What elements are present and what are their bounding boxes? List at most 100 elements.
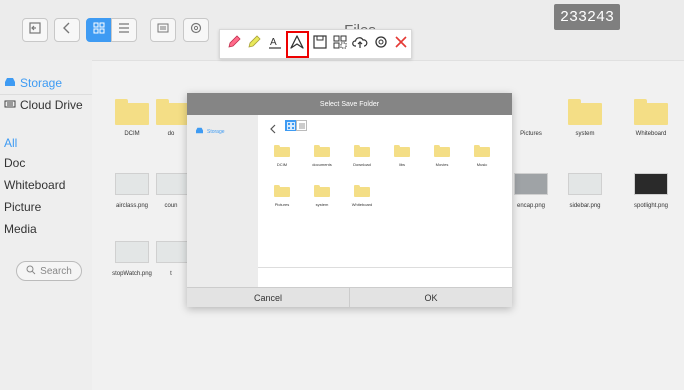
list-view-button[interactable] [111,18,137,42]
gear-icon [189,21,203,40]
dialog-folder-item[interactable]: system [304,185,340,207]
dialog-list-view-button[interactable] [296,120,307,131]
search-icon [26,265,36,278]
folder-icon [354,185,370,197]
dialog-footer: Cancel OK [187,287,512,307]
dialog-folder-item[interactable]: Music [464,145,500,167]
highlighter-tool[interactable] [244,32,264,56]
image-thumbnail [156,241,190,263]
file-label: airclass.png [115,203,148,209]
file-item[interactable]: airclass.png [100,173,164,209]
file-label: coun [164,203,178,209]
text-tool[interactable]: A [264,32,284,56]
divider [0,94,92,95]
grid-icon [286,117,295,135]
dialog-storage-item[interactable]: Storage [195,127,225,136]
gear-icon [373,34,389,55]
dialog-folder-label: Music [476,162,488,167]
select-tool[interactable] [285,30,309,58]
file-label: stopWatch.png [112,271,152,277]
folder-icon [394,145,410,157]
storage-icon [195,127,204,136]
cloud-upload-icon [352,34,368,55]
file-item[interactable]: do [156,99,190,137]
grid-view-button[interactable] [86,18,112,42]
folder-icon [156,99,190,125]
dialog-folder-item[interactable]: Pictures [264,185,300,207]
folder-icon [115,99,149,125]
image-thumbnail [115,173,149,195]
folder-icon [314,185,330,197]
list-icon [298,117,306,135]
storage-icon [4,76,16,90]
grid-icon [92,21,106,40]
back-button[interactable] [54,18,80,42]
sidebar-item-storage[interactable]: Storage [4,76,62,90]
share-tool[interactable] [350,32,370,56]
exit-button[interactable] [22,18,48,42]
dialog-folder-label: documents [312,162,332,167]
image-thumbnail [514,173,548,195]
image-thumbnail [634,173,668,195]
file-item[interactable]: DCIM [100,99,164,137]
pen-icon [226,34,242,55]
image-thumbnail [156,173,190,195]
folder-icon [568,99,602,125]
dialog-folder-item[interactable]: documents [304,145,340,167]
dialog-folder-label: system [315,202,329,207]
file-label: system [575,131,595,137]
folder-icon [634,99,668,125]
dialog-title: Select Save Folder [187,93,512,115]
save-icon [312,34,328,55]
highlighter-icon [246,34,262,55]
dialog-folder-item[interactable]: Movies [424,145,460,167]
svg-text:A: A [270,37,277,48]
file-item[interactable]: sidebar.png [553,173,617,209]
file-item[interactable]: coun [156,173,190,209]
file-label: sidebar.png [569,203,601,209]
file-label: do [167,131,175,137]
folder-icon [354,145,370,157]
folder-icon [434,145,450,157]
dialog-folder-item[interactable]: Whiteboard [344,185,380,207]
category-picture[interactable]: Picture [4,200,41,214]
sidebar-item-cloud-drive[interactable]: Cloud Drive [4,98,83,112]
category-media[interactable]: Media [4,222,37,236]
qr-code-tool[interactable] [330,32,350,56]
dialog-folder-item[interactable]: Download [344,145,380,167]
file-item[interactable]: t [156,241,190,277]
category-doc[interactable]: Doc [4,156,25,170]
sidebar-item-label: Storage [20,76,63,90]
category-all[interactable]: All [4,136,17,150]
dialog-back-button[interactable] [268,121,278,134]
dialog-folder-area: DCIM documents Download libs Movies Musi… [258,115,512,287]
category-whiteboard[interactable]: Whiteboard [4,178,65,192]
exit-icon [28,21,42,40]
folder-icon [474,145,490,157]
cancel-button[interactable]: Cancel [187,288,349,307]
tool-settings[interactable] [371,32,391,56]
ok-button[interactable]: OK [349,288,512,307]
search-button[interactable]: Search [16,261,82,281]
save-tool[interactable] [310,32,330,56]
dialog-sidebar: Storage [187,115,258,287]
file-label: Whiteboard [635,131,667,137]
folder-icon [314,145,330,157]
pen-tool[interactable] [224,32,244,56]
settings-button[interactable] [183,18,209,42]
file-item[interactable]: system [553,99,617,137]
close-tool[interactable] [391,32,411,56]
sidebar-item-label: Cloud Drive [20,98,83,112]
folder-icon [274,145,290,157]
file-item[interactable]: Whiteboard [619,99,683,137]
dialog-folder-item[interactable]: libs [384,145,420,167]
file-item[interactable]: stopWatch.png [100,241,164,277]
dialog-grid-view-button[interactable] [285,120,296,131]
dialog-folder-item[interactable]: DCIM [264,145,300,167]
chevron-left-icon [60,21,74,40]
select-icon [289,34,305,55]
multi-select-button[interactable] [150,18,176,42]
qr-code-icon [332,34,348,55]
file-item[interactable]: spotlight.png [619,173,683,209]
counter-badge: 233243 [554,4,620,30]
